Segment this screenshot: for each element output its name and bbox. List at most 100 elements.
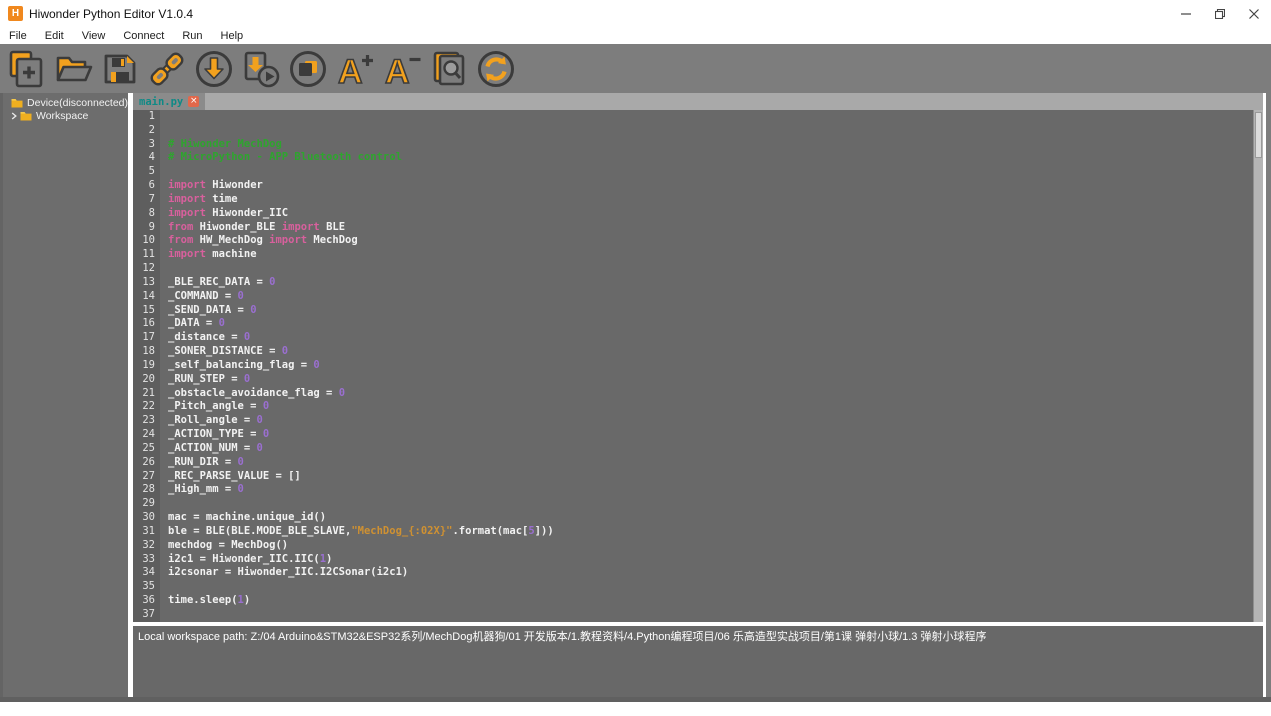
code-line: _BLE_REC_DATA = 0 [168, 276, 1263, 290]
code-line: _ACTION_TYPE = 0 [168, 428, 1263, 442]
line-number: 8 [133, 207, 155, 221]
line-number: 31 [133, 525, 155, 539]
app-window: H Hiwonder Python Editor V1.0.4 FileEdit… [0, 0, 1271, 702]
line-number: 15 [133, 304, 155, 318]
code-line: import time [168, 193, 1263, 207]
code-line: time.sleep(1) [168, 594, 1263, 608]
code-line: _self_balancing_flag = 0 [168, 359, 1263, 373]
window-bottom-edge [0, 697, 1271, 702]
line-number: 36 [133, 594, 155, 608]
line-number: 30 [133, 511, 155, 525]
menu-run[interactable]: Run [173, 30, 211, 42]
find-button[interactable] [427, 47, 471, 91]
open-folder-button[interactable] [51, 47, 95, 91]
code-line: _COMMAND = 0 [168, 290, 1263, 304]
download-icon [192, 47, 236, 91]
editor-pane: main.py× 1234567891011121314151617181920… [133, 93, 1266, 697]
line-number: 20 [133, 373, 155, 387]
line-number: 22 [133, 400, 155, 414]
menu-connect[interactable]: Connect [114, 30, 173, 42]
svg-text:A: A [385, 53, 410, 91]
line-number: 34 [133, 566, 155, 580]
scrollbar-thumb[interactable] [1255, 112, 1262, 158]
menu-view[interactable]: View [73, 30, 115, 42]
font-increase-icon: A [333, 47, 377, 91]
menu-file[interactable]: File [0, 30, 36, 42]
line-number: 7 [133, 193, 155, 207]
code-text-area[interactable]: # Hiwonder MechDog# MicroPython - APP Bl… [160, 110, 1263, 622]
open-folder-icon [51, 47, 95, 91]
line-number: 21 [133, 387, 155, 401]
code-line: _Roll_angle = 0 [168, 414, 1263, 428]
code-line: _High_mm = 0 [168, 483, 1263, 497]
code-line: ble = BLE(BLE.MODE_BLE_SLAVE,"MechDog_{:… [168, 525, 1263, 539]
font-decrease-icon: A [380, 47, 424, 91]
code-line: i2c1 = Hiwonder_IIC.IIC(1) [168, 553, 1263, 567]
restore-button[interactable] [1203, 0, 1237, 27]
font-increase-button[interactable]: A [333, 47, 377, 91]
stop-icon [286, 47, 330, 91]
line-number: 14 [133, 290, 155, 304]
line-number: 2 [133, 124, 155, 138]
code-line: mac = machine.unique_id() [168, 511, 1263, 525]
stop-button[interactable] [286, 47, 330, 91]
new-file-icon [4, 47, 48, 91]
code-line [168, 497, 1263, 511]
save-button[interactable] [98, 47, 142, 91]
line-number-gutter: 1234567891011121314151617181920212223242… [133, 110, 160, 622]
menu-bar: FileEditViewConnectRunHelp [0, 27, 1271, 44]
connect-button[interactable] [145, 47, 189, 91]
title-bar: H Hiwonder Python Editor V1.0.4 [0, 0, 1271, 27]
code-line [168, 165, 1263, 179]
minimize-button[interactable] [1169, 0, 1203, 27]
code-line: _SONER_DISTANCE = 0 [168, 345, 1263, 359]
find-icon [427, 47, 471, 91]
line-number: 3 [133, 138, 155, 152]
window-title: Hiwonder Python Editor V1.0.4 [29, 7, 193, 21]
code-line: _distance = 0 [168, 331, 1263, 345]
font-decrease-button[interactable]: A [380, 47, 424, 91]
line-number: 37 [133, 608, 155, 622]
expand-chevron-icon[interactable] [8, 112, 20, 120]
line-number: 1 [133, 110, 155, 124]
line-number: 9 [133, 221, 155, 235]
code-line: import Hiwonder_IIC [168, 207, 1263, 221]
code-line: _RUN_DIR = 0 [168, 456, 1263, 470]
editor-scrollbar[interactable] [1253, 110, 1263, 622]
toolbar: AA [0, 44, 1271, 93]
code-line [168, 110, 1263, 124]
tab-close-icon[interactable]: × [188, 96, 199, 107]
code-line: # Hiwonder MechDog [168, 138, 1263, 152]
code-line: _ACTION_NUM = 0 [168, 442, 1263, 456]
message-panel: Local workspace path: Z:/04 Arduino&STM3… [133, 626, 1263, 697]
code-line: import Hiwonder [168, 179, 1263, 193]
file-tree-sidebar: Device(disconnected)Workspace [3, 93, 128, 697]
download-button[interactable] [192, 47, 236, 91]
code-line: i2csonar = Hiwonder_IIC.I2CSonar(i2c1) [168, 566, 1263, 580]
refresh-button[interactable] [474, 47, 518, 91]
line-number: 33 [133, 553, 155, 567]
folder-icon [20, 111, 32, 121]
tab-bar: main.py× [133, 93, 1263, 110]
menu-edit[interactable]: Edit [36, 30, 73, 42]
code-line [168, 580, 1263, 594]
code-line: import machine [168, 248, 1263, 262]
code-line: _Pitch_angle = 0 [168, 400, 1263, 414]
code-line: # MicroPython - APP Bluetooth control [168, 151, 1263, 165]
sidebar-item-workspace[interactable]: Workspace [3, 109, 128, 122]
line-number: 11 [133, 248, 155, 262]
close-button[interactable] [1237, 0, 1271, 27]
code-line: from Hiwonder_BLE import BLE [168, 221, 1263, 235]
line-number: 4 [133, 151, 155, 165]
line-number: 16 [133, 317, 155, 331]
download-run-button[interactable] [239, 47, 283, 91]
new-file-button[interactable] [4, 47, 48, 91]
sidebar-item-device-disconnected[interactable]: Device(disconnected) [3, 96, 128, 109]
tab-main-py[interactable]: main.py× [133, 93, 205, 110]
code-line [168, 124, 1263, 138]
line-number: 25 [133, 442, 155, 456]
code-line: _DATA = 0 [168, 317, 1263, 331]
menu-help[interactable]: Help [212, 30, 253, 42]
line-number: 10 [133, 234, 155, 248]
line-number: 19 [133, 359, 155, 373]
